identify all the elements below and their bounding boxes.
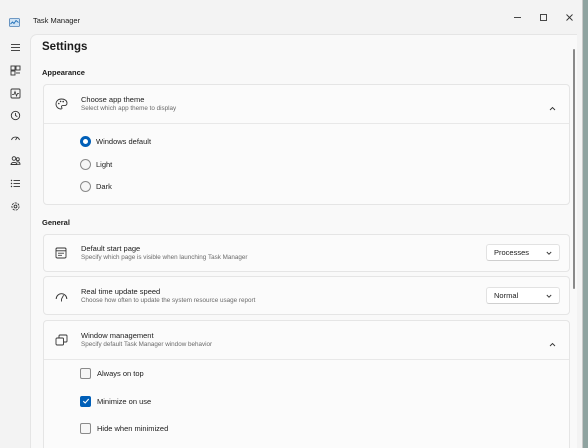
minimize-icon — [513, 16, 521, 18]
performance-icon[interactable] — [6, 84, 24, 102]
users-icon[interactable] — [6, 151, 24, 169]
start-page-value: Processes — [494, 248, 530, 257]
minimize-on-use-option[interactable]: Minimize on use — [80, 394, 151, 408]
start-page-subtitle: Specify which page is visible when launc… — [81, 254, 248, 261]
radio-button-selected[interactable] — [80, 135, 91, 147]
theme-option-label: Windows default — [96, 136, 152, 146]
hide-when-minimized-option[interactable]: Hide when minimized — [80, 421, 168, 435]
general-section-title: General — [42, 218, 70, 227]
window-management-header[interactable]: Window management Specify default Task M… — [44, 321, 569, 359]
checkbox-label: Hide when minimized — [97, 423, 169, 433]
services-icon[interactable] — [6, 197, 24, 215]
window-management-card: Window management Specify default Task M… — [43, 320, 570, 448]
minimize-button[interactable] — [504, 7, 530, 27]
hamburger-menu-icon[interactable] — [6, 38, 24, 56]
chevron-up-icon[interactable] — [548, 336, 557, 347]
checkbox-label: Minimize on use — [97, 396, 152, 406]
chevron-down-icon — [546, 294, 552, 298]
page-title: Settings — [42, 41, 88, 53]
start-page-icon — [54, 246, 68, 260]
radio-button[interactable] — [80, 158, 91, 170]
window-management-icon — [54, 333, 68, 347]
card-divider — [44, 123, 569, 124]
update-speed-subtitle: Choose how often to update the system re… — [81, 297, 256, 304]
theme-card: Choose app theme Select which app theme … — [43, 84, 570, 205]
window-management-title: Window management — [81, 331, 154, 340]
start-page-title: Default start page — [81, 244, 141, 253]
close-button[interactable] — [556, 7, 582, 27]
appearance-section-title: Appearance — [42, 68, 85, 77]
radio-button[interactable] — [80, 180, 91, 192]
window-title: Task Manager — [33, 16, 81, 25]
card-divider — [44, 359, 569, 360]
checkbox-label: Always on top — [97, 368, 144, 378]
details-icon[interactable] — [6, 174, 24, 192]
processes-icon[interactable] — [6, 61, 24, 79]
start-page-card: Default start page Specify which page is… — [43, 234, 570, 272]
settings-page: Settings Appearance Choose app theme Sel… — [30, 34, 577, 448]
palette-icon — [54, 97, 68, 111]
theme-option-dark[interactable]: Dark — [80, 179, 112, 193]
theme-option-light[interactable]: Light — [80, 157, 112, 171]
update-speed-value: Normal — [494, 291, 519, 300]
theme-option-label: Light — [96, 159, 113, 169]
checkmark-icon — [82, 398, 89, 404]
speed-gauge-icon — [54, 289, 68, 303]
maximize-icon — [539, 13, 547, 21]
start-page-dropdown[interactable]: Processes — [486, 244, 560, 261]
checkbox-checked[interactable] — [80, 395, 91, 407]
theme-card-header[interactable]: Choose app theme Select which app theme … — [44, 85, 569, 123]
window-management-subtitle: Specify default Task Manager window beha… — [81, 341, 213, 348]
vertical-scrollbar[interactable] — [573, 49, 575, 289]
theme-card-title: Choose app theme — [81, 95, 145, 104]
task-manager-app-icon — [9, 14, 20, 27]
theme-card-subtitle: Select which app theme to display — [81, 105, 177, 112]
task-manager-window: Task Manager Settings Appearance Choose … — [0, 0, 583, 448]
checkbox[interactable] — [80, 367, 91, 379]
chevron-down-icon — [546, 251, 552, 255]
theme-option-windows-default[interactable]: Windows default — [80, 134, 151, 148]
update-speed-title: Real time update speed — [81, 287, 161, 296]
update-speed-dropdown[interactable]: Normal — [486, 287, 560, 304]
always-on-top-option[interactable]: Always on top — [80, 366, 144, 380]
checkbox[interactable] — [80, 422, 91, 434]
title-bar: Task Manager — [0, 0, 582, 34]
startup-apps-icon[interactable] — [6, 129, 24, 147]
theme-option-label: Dark — [96, 181, 112, 191]
update-speed-card: Real time update speed Choose how often … — [43, 276, 570, 315]
close-icon — [565, 13, 573, 21]
chevron-up-icon[interactable] — [548, 100, 557, 111]
app-history-icon[interactable] — [6, 106, 24, 124]
maximize-button[interactable] — [530, 7, 556, 27]
